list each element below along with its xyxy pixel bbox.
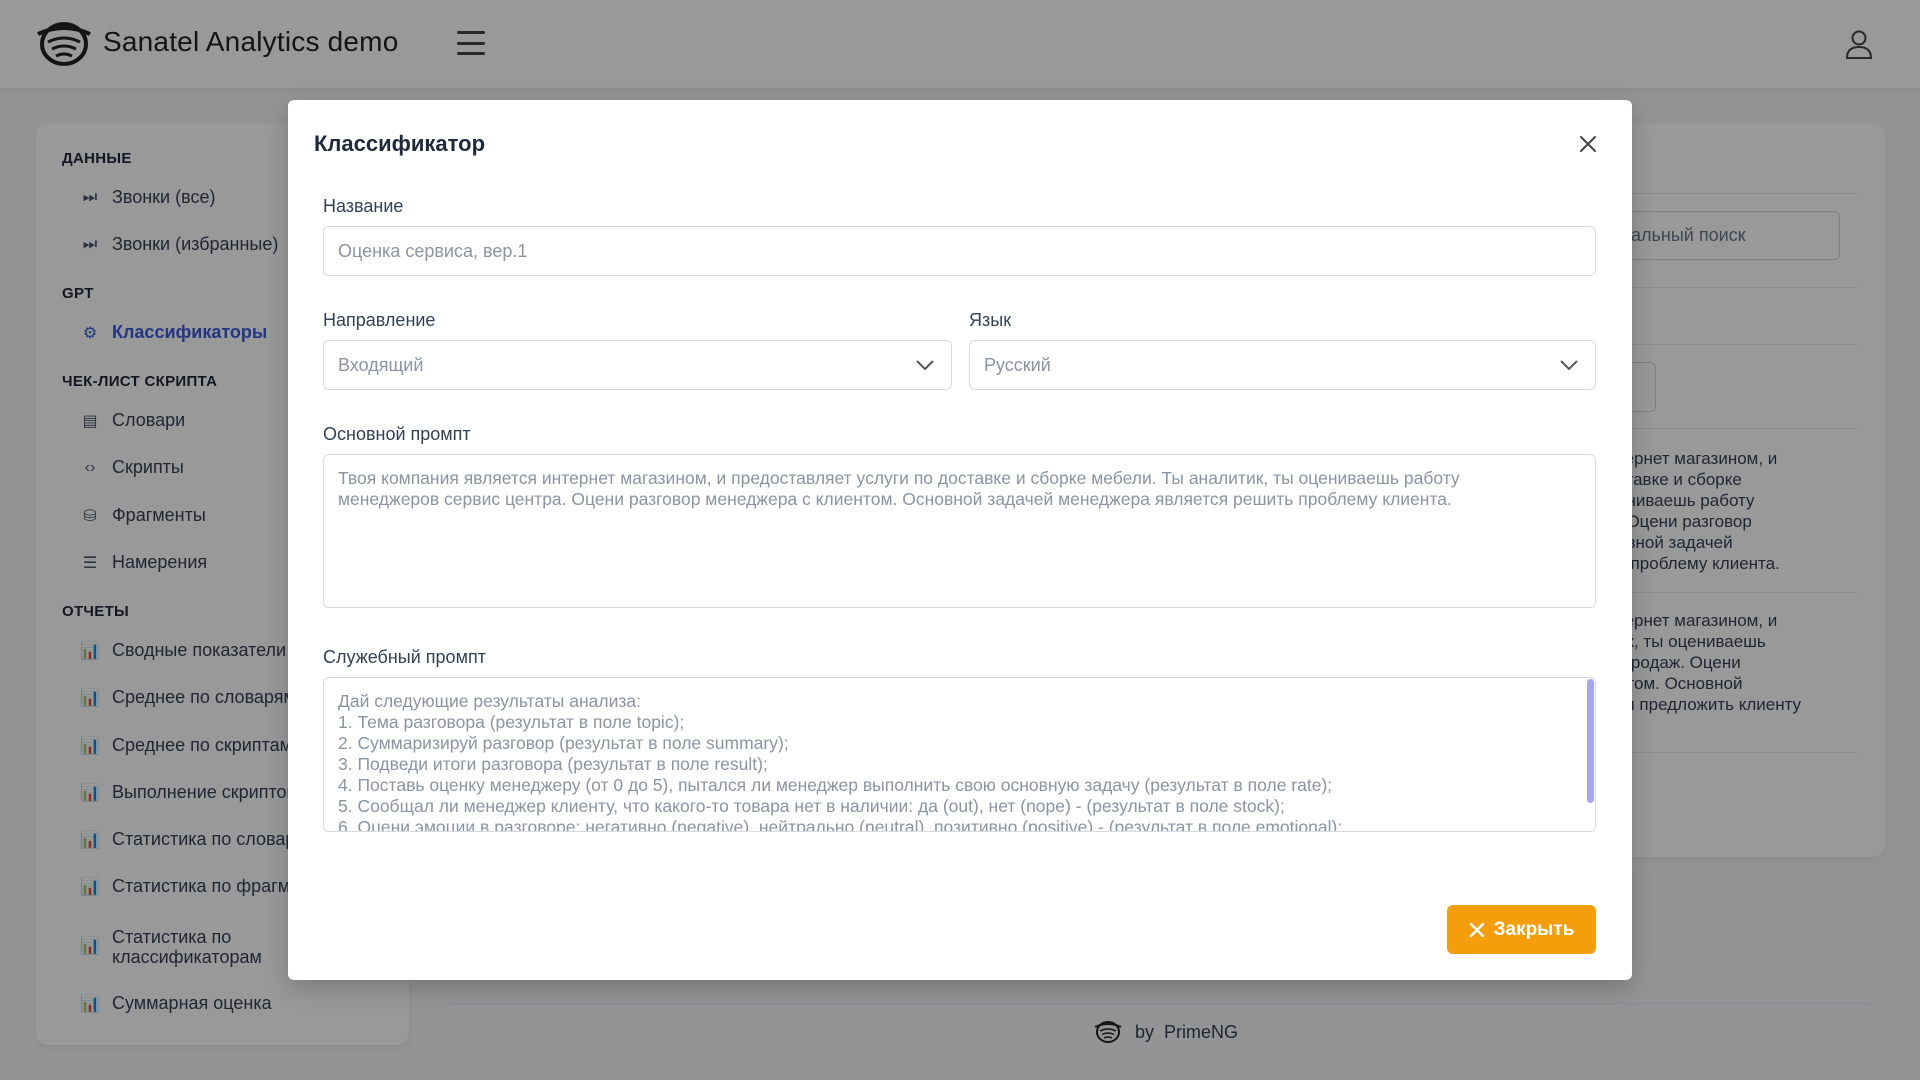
main-prompt-label: Основной промпт: [323, 424, 471, 444]
service-prompt-textarea[interactable]: Дай следующие результаты анализа: 1. Тем…: [323, 677, 1596, 832]
name-label: Название: [323, 196, 404, 216]
service-prompt-wrapper: Дай следующие результаты анализа: 1. Тем…: [323, 677, 1596, 832]
dialog-title: Классификатор: [314, 131, 486, 156]
chevron-down-icon: [916, 360, 934, 371]
name-input[interactable]: Оценка сервиса, вер.1: [323, 226, 1596, 276]
service-prompt-label: Служебный промпт: [323, 647, 486, 667]
close-button[interactable]: Закрыть: [1447, 905, 1596, 954]
close-button-label: Закрыть: [1493, 918, 1575, 940]
scrollbar[interactable]: [1587, 679, 1594, 803]
language-select-value: Русский: [984, 354, 1051, 375]
main-prompt-textarea[interactable]: Твоя компания является интернет магазино…: [323, 454, 1596, 608]
close-icon: [1469, 922, 1484, 937]
classifier-dialog: Классификатор Название Оценка сервиса, в…: [288, 100, 1632, 980]
language-select[interactable]: Русский: [969, 340, 1596, 390]
direction-select-value: Входящий: [338, 354, 424, 375]
name-input-placeholder: Оценка сервиса, вер.1: [338, 240, 528, 261]
language-label: Язык: [969, 310, 1012, 330]
direction-select[interactable]: Входящий: [323, 340, 952, 390]
close-icon[interactable]: [1574, 130, 1602, 158]
direction-label: Направление: [323, 310, 436, 330]
chevron-down-icon: [1560, 360, 1578, 371]
